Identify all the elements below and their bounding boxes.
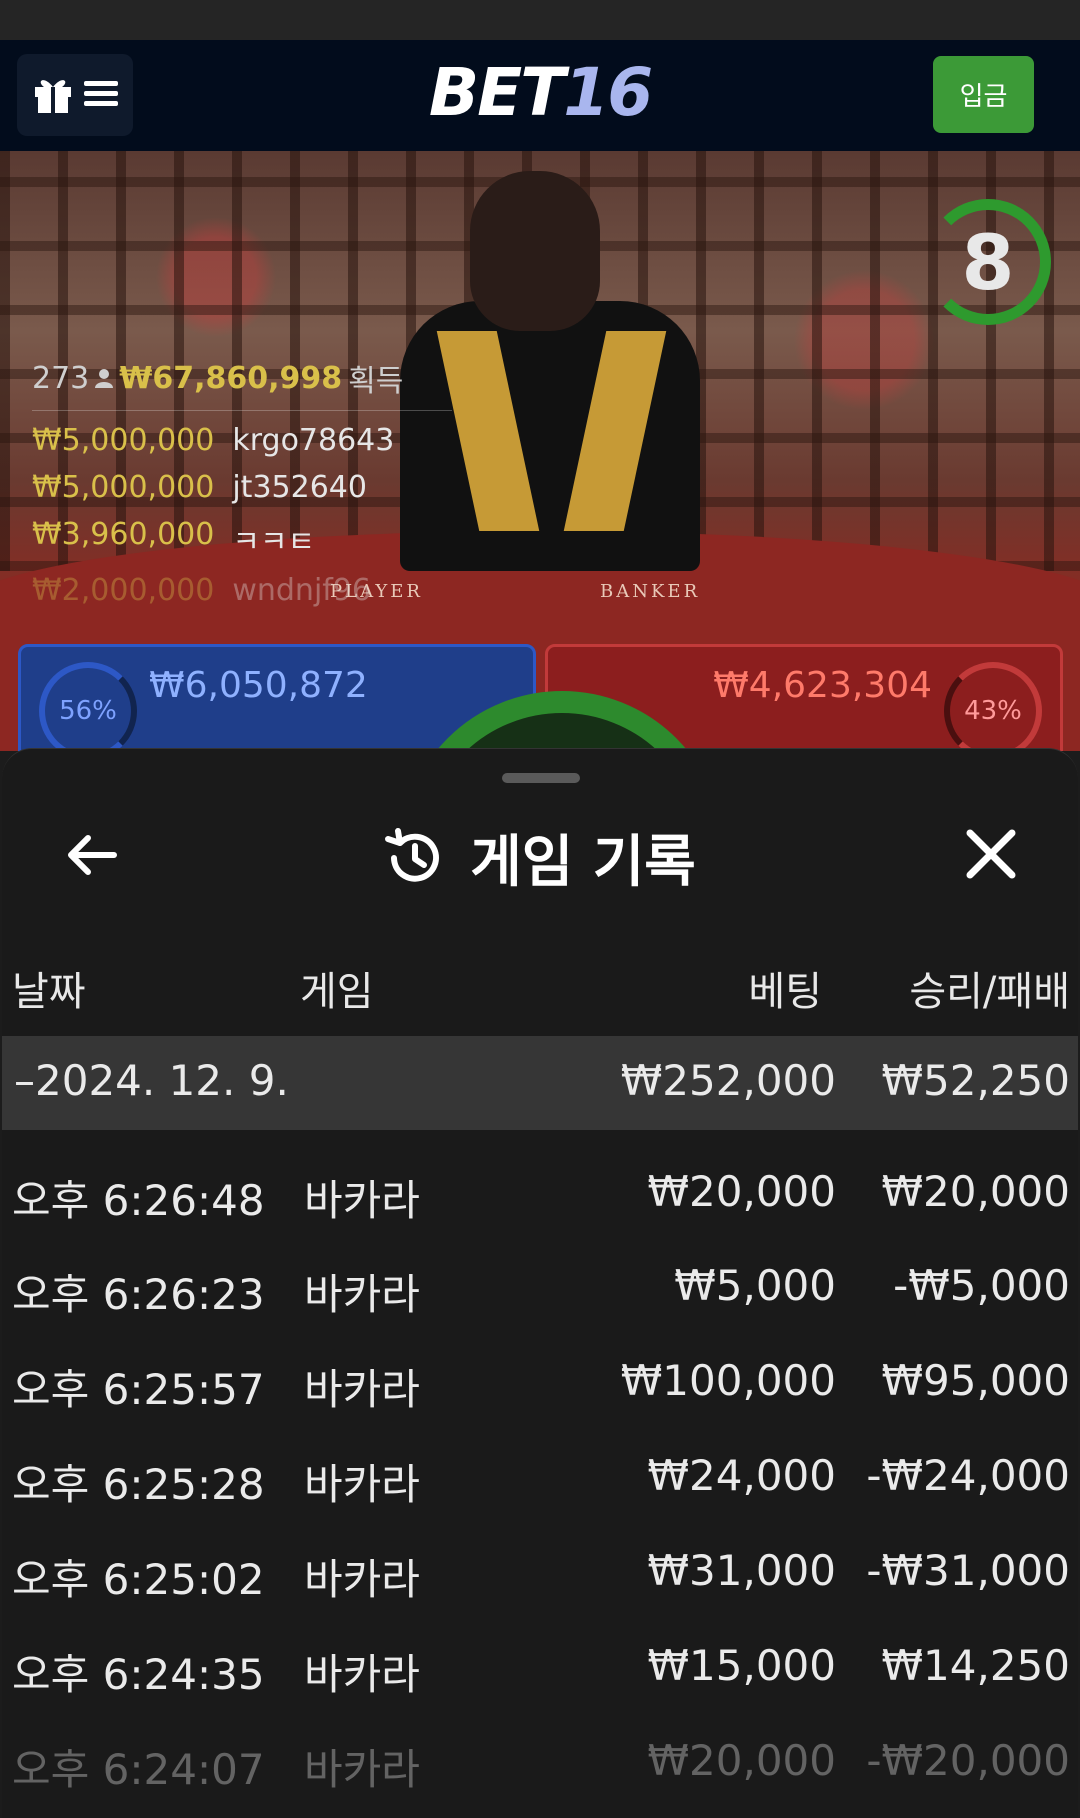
- row-result: -₩31,000: [866, 1546, 1070, 1595]
- sheet-title-group: 게임 기록: [2, 817, 1078, 898]
- row-game: 바카라: [304, 1745, 420, 1794]
- row-bet: ₩15,000: [647, 1641, 837, 1690]
- game-history-sheet: 게임 기록 날짜 게임 베팅 승리/패배 –2024. 12. 9. ₩252,…: [2, 748, 1078, 1818]
- history-row[interactable]: 오후 6:25:02 바카라 ₩31,000 -₩31,000: [2, 1526, 1078, 1621]
- row-bet: ₩31,000: [647, 1546, 837, 1595]
- logo-text: BET: [428, 54, 565, 131]
- row-bet: ₩5,000: [674, 1261, 836, 1310]
- banker-percent: 43%: [944, 662, 1042, 751]
- row-game: 바카라: [304, 1555, 420, 1604]
- person-icon: [95, 361, 114, 396]
- history-row[interactable]: 오후 6:25:28 바카라 ₩24,000 -₩24,000: [2, 1431, 1078, 1526]
- column-header-bet: 베팅: [748, 969, 822, 1015]
- sheet-title: 게임 기록: [470, 830, 696, 895]
- row-game: 바카라: [304, 1365, 420, 1414]
- winners-suffix: 획득: [348, 364, 404, 399]
- row-result: -₩5,000: [893, 1261, 1070, 1310]
- deposit-button[interactable]: 입금: [933, 56, 1034, 133]
- player-percent: 56%: [39, 662, 137, 751]
- row-time: 오후 6:25:28: [12, 1460, 265, 1509]
- sheet-header: 게임 기록: [2, 809, 1078, 899]
- row-game: 바카라: [304, 1460, 420, 1509]
- top-nav: BET16 입금: [0, 40, 1080, 151]
- row-result: ₩20,000: [881, 1167, 1071, 1216]
- row-time: 오후 6:25:02: [12, 1555, 265, 1604]
- history-row[interactable]: 오후 6:26:23 바카라 ₩5,000 -₩5,000: [2, 1241, 1078, 1336]
- row-game: 바카라: [304, 1270, 420, 1319]
- winner-amount: ₩3,960,000: [32, 517, 215, 552]
- row-game: 바카라: [304, 1650, 420, 1699]
- drag-handle[interactable]: [502, 773, 580, 783]
- row-time: 오후 6:24:35: [12, 1650, 265, 1699]
- winner-row: ₩2,000,000 wndnjf96: [32, 573, 452, 608]
- date-group-label: –2024. 12. 9.: [14, 1056, 289, 1105]
- banker-felt-label: BANKER: [600, 581, 701, 602]
- winner-amount: ₩5,000,000: [32, 423, 215, 458]
- row-bet: ₩20,000: [647, 1736, 837, 1785]
- winner-name: wndnjf96: [232, 573, 372, 608]
- row-bet: ₩20,000: [647, 1167, 837, 1216]
- row-bet: ₩24,000: [647, 1451, 837, 1500]
- winner-amount: ₩2,000,000: [32, 573, 215, 608]
- winners-total: ₩67,860,998: [119, 360, 343, 396]
- history-row[interactable]: 오후 6:24:07 바카라 ₩20,000 -₩20,000: [2, 1716, 1078, 1811]
- close-icon: [966, 829, 1016, 879]
- row-result: -₩24,000: [866, 1451, 1070, 1500]
- column-header-game: 게임: [300, 969, 374, 1015]
- row-result: ₩95,000: [881, 1356, 1071, 1405]
- history-row[interactable]: 오후 6:25:57 바카라 ₩100,000 ₩95,000: [2, 1336, 1078, 1431]
- column-header-date: 날짜: [12, 969, 86, 1015]
- winner-name: jt352640: [232, 470, 367, 505]
- live-dealer-video: PLAYER BANKER 8 273 ₩67,860,998 획득 ₩5,00…: [0, 151, 1080, 751]
- row-time: 오후 6:26:23: [12, 1270, 265, 1319]
- history-icon: [385, 827, 440, 882]
- history-row[interactable]: 오후 6:26:48 바카라 ₩20,000 ₩20,000: [2, 1147, 1078, 1242]
- winner-name: krgo78643: [232, 423, 395, 458]
- row-game: 바카라: [304, 1176, 420, 1225]
- countdown-timer: 8: [961, 217, 1015, 307]
- date-group-result: ₩52,250: [881, 1056, 1071, 1105]
- winners-count: 273: [32, 360, 90, 396]
- date-group-bet: ₩252,000: [620, 1056, 836, 1105]
- winner-name: ㅋㅋㅌ: [232, 525, 316, 560]
- logo-number: 16: [563, 54, 653, 131]
- column-header-result: 승리/패배: [909, 969, 1070, 1015]
- winner-amount: ₩5,000,000: [32, 470, 215, 505]
- winner-row: ₩5,000,000 jt352640: [32, 470, 452, 505]
- bet16-logo: BET16: [0, 54, 1080, 131]
- row-time: 오후 6:25:57: [12, 1365, 265, 1414]
- row-result: -₩20,000: [866, 1736, 1070, 1785]
- winners-list: 273 ₩67,860,998 획득 ₩5,000,000 krgo78643 …: [32, 356, 452, 608]
- winner-row: ₩5,000,000 krgo78643: [32, 423, 452, 458]
- winners-header: 273 ₩67,860,998 획득: [32, 356, 452, 411]
- close-button[interactable]: [960, 823, 1022, 885]
- banker-pool: ₩4,623,304: [713, 665, 932, 706]
- history-row[interactable]: 오후 6:24:35 바카라 ₩15,000 ₩14,250: [2, 1621, 1078, 1716]
- row-time: 오후 6:24:07: [12, 1745, 265, 1794]
- dealer-head: [470, 171, 600, 331]
- row-bet: ₩100,000: [620, 1356, 836, 1405]
- date-group-row[interactable]: –2024. 12. 9. ₩252,000 ₩52,250: [2, 1036, 1078, 1130]
- row-time: 오후 6:26:48: [12, 1176, 265, 1225]
- winner-row: ₩3,960,000 ㅋㅋㅌ: [32, 517, 452, 561]
- row-result: ₩14,250: [881, 1641, 1071, 1690]
- status-bar: [0, 0, 1080, 40]
- player-pool: ₩6,050,872: [149, 665, 368, 706]
